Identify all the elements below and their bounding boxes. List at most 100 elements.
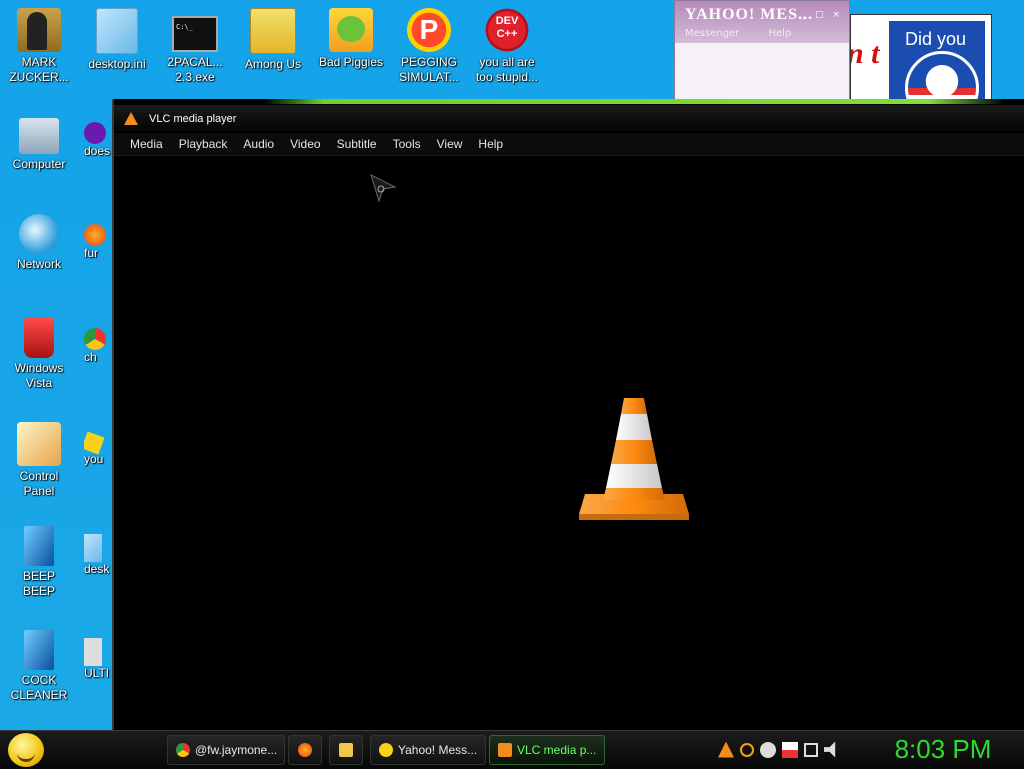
system-tray bbox=[718, 739, 846, 761]
icon-label: you all are too stupid... bbox=[475, 55, 539, 84]
game-icon bbox=[250, 8, 296, 54]
tray-network-icon[interactable] bbox=[804, 742, 818, 757]
icon-label: fur bbox=[84, 246, 99, 260]
icon-label: Bad Piggies bbox=[318, 55, 384, 69]
window-title: VLC media player bbox=[149, 113, 237, 125]
menu-media[interactable]: Media bbox=[122, 134, 171, 151]
desktop-icon-desk[interactable]: desk bbox=[84, 526, 112, 577]
pig-icon bbox=[329, 8, 373, 52]
tray-vlc-icon[interactable] bbox=[718, 741, 734, 758]
poster-image: Did you bbox=[889, 21, 985, 101]
desktop-icon-windows-vista[interactable]: Windows Vista bbox=[0, 318, 78, 391]
p-logo-icon bbox=[407, 8, 451, 52]
yahoo-messenger-window[interactable]: YAHOO! MES... _ □ × Messenger Help bbox=[674, 0, 850, 100]
network-globe-icon bbox=[19, 214, 59, 254]
desktop-icon-beep-beep[interactable]: BEEP BEEP bbox=[0, 526, 78, 599]
desktop-icon-fur[interactable]: fur bbox=[84, 214, 112, 261]
icon-label: Network bbox=[16, 257, 61, 271]
menu-tools[interactable]: Tools bbox=[385, 134, 429, 151]
menu-playback[interactable]: Playback bbox=[171, 134, 236, 151]
desktop-icon-computer[interactable]: Computer bbox=[0, 112, 78, 172]
desktop-icon-ulti[interactable]: ULTI BLO bbox=[84, 630, 112, 681]
tray-volume-icon[interactable] bbox=[824, 741, 836, 758]
icon-label: Among Us bbox=[244, 57, 302, 71]
desktop-icon-mark-zucker[interactable]: MARK ZUCKER... bbox=[0, 8, 78, 85]
icon-label: ULTI BLO bbox=[84, 666, 112, 680]
menu-messenger[interactable]: Messenger bbox=[685, 28, 739, 39]
tray-flag-icon[interactable] bbox=[782, 741, 798, 758]
icon-label: Windows Vista bbox=[14, 361, 64, 390]
menu-help[interactable]: Help bbox=[470, 134, 511, 151]
start-smiley-icon[interactable] bbox=[8, 733, 44, 767]
tray-smiley-icon[interactable] bbox=[760, 741, 776, 758]
yahoo-logo: YAHOO! MES... bbox=[685, 6, 813, 23]
taskbar-label: Yahoo! Mess... bbox=[398, 743, 478, 757]
vlc-cone-logo-icon bbox=[579, 398, 689, 520]
desktop-icon-2pacal[interactable]: 2PACAL... 2.3.exe bbox=[156, 8, 234, 85]
menu-audio[interactable]: Audio bbox=[235, 134, 282, 151]
yahoo-icon bbox=[84, 122, 106, 144]
desktop-icon-among-us[interactable]: Among Us bbox=[234, 8, 312, 72]
dev-cpp-icon bbox=[485, 8, 529, 52]
taskbar-button-vlc[interactable]: VLC media p... bbox=[489, 735, 605, 765]
file-icon bbox=[24, 630, 54, 670]
taskbar-button-chrome[interactable]: @fw.jaymone... bbox=[167, 735, 285, 765]
vlc-cone-icon bbox=[124, 112, 138, 125]
vlc-titlebar[interactable]: VLC media player bbox=[114, 105, 1024, 131]
taskbar-button-yahoo[interactable]: Yahoo! Mess... bbox=[370, 735, 486, 765]
icon-label: Control Panel bbox=[19, 469, 59, 498]
vlc-menubar: Media Playback Audio Video Subtitle Tools View… bbox=[114, 133, 1024, 156]
mouse-cursor-icon bbox=[370, 174, 397, 203]
desktop-icon-pegging-simulator[interactable]: PEGGING SIMULAT... bbox=[390, 8, 468, 85]
desktop-icon-does[interactable]: does bbox=[84, 112, 112, 159]
icon-label: 2PACAL... 2.3.exe bbox=[167, 55, 223, 84]
menu-help[interactable]: Help bbox=[769, 28, 792, 39]
taskbar-button-explorer[interactable] bbox=[329, 735, 363, 765]
menu-subtitle[interactable]: Subtitle bbox=[329, 134, 385, 151]
window-controls[interactable]: _ □ × bbox=[802, 10, 843, 20]
video-area[interactable] bbox=[114, 156, 1024, 730]
yahoo-titlebar[interactable]: YAHOO! MES... _ □ × Messenger Help bbox=[675, 1, 849, 43]
firefox-icon bbox=[298, 743, 312, 757]
desktop-icon-desktop-ini[interactable]: desktop.ini bbox=[78, 8, 156, 72]
menu-view[interactable]: View bbox=[429, 134, 471, 151]
icon-label: Computer bbox=[12, 157, 66, 171]
firefox-icon bbox=[84, 224, 106, 246]
vlc-window[interactable]: VLC media player Media Playback Audio Video… bbox=[112, 99, 1024, 730]
icon-label: PEGGING SIMULAT... bbox=[399, 55, 459, 84]
desktop-icon-control-panel[interactable]: Control Panel bbox=[0, 422, 78, 499]
desktop-icon-chrome[interactable]: ch bbox=[84, 318, 112, 365]
folder-icon bbox=[339, 743, 353, 757]
desktop-icon-dev-cpp[interactable]: you all are too stupid... bbox=[468, 8, 546, 85]
icon-label: desk bbox=[84, 562, 110, 576]
folder-person-icon bbox=[17, 8, 61, 52]
computer-icon bbox=[19, 118, 59, 154]
taskbar-clock[interactable]: 8:03 PM bbox=[870, 734, 1016, 765]
menu-video[interactable]: Video bbox=[282, 134, 328, 151]
icon-label: ch bbox=[84, 350, 97, 364]
chrome-icon bbox=[176, 743, 190, 757]
campaign-logo-icon bbox=[905, 51, 979, 101]
window-glow bbox=[264, 99, 1004, 104]
desktop-icon-cleaner[interactable]: COCK CLEANER bbox=[0, 630, 78, 703]
yahoo-menu: Messenger Help bbox=[685, 28, 817, 39]
recycle-bin-icon bbox=[24, 318, 54, 358]
console-icon bbox=[172, 16, 218, 52]
control-panel-icon bbox=[17, 422, 61, 466]
taskbar-label: VLC media p... bbox=[517, 743, 597, 757]
tray-search-icon[interactable] bbox=[740, 742, 754, 757]
icon-label: BEEP BEEP bbox=[22, 569, 55, 598]
desktop-icon-bad-piggies[interactable]: Bad Piggies bbox=[312, 8, 390, 70]
taskbar: @fw.jaymone... Yahoo! Mess... VLC media … bbox=[0, 730, 1024, 769]
image-viewer-window[interactable]: n t Did you bbox=[850, 14, 992, 102]
desktop-icon-you[interactable]: you bbox=[84, 422, 112, 467]
partial-red-text: n t bbox=[850, 37, 880, 70]
chrome-icon bbox=[84, 328, 106, 350]
file-icon bbox=[24, 526, 54, 566]
file-icon bbox=[84, 534, 102, 562]
taskbar-button-firefox[interactable] bbox=[288, 735, 322, 765]
vlc-cone-icon bbox=[498, 743, 512, 757]
file-icon bbox=[84, 638, 102, 666]
icon-label: MARK ZUCKER... bbox=[9, 55, 69, 84]
desktop-icon-network[interactable]: Network bbox=[0, 214, 78, 272]
